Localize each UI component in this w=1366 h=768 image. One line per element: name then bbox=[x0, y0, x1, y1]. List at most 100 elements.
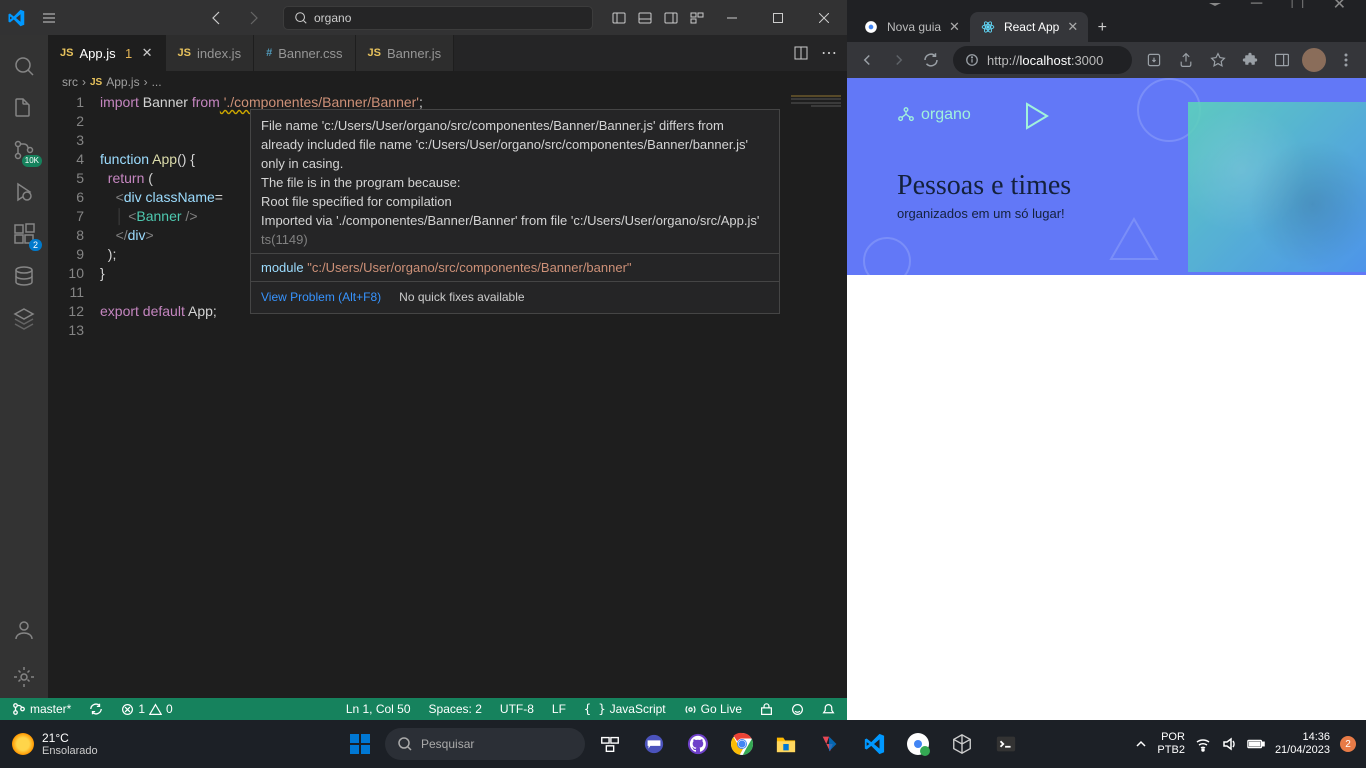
view-problem-link[interactable]: View Problem (Alt+F8) bbox=[261, 288, 381, 307]
taskbar-search[interactable]: Pesquisar bbox=[385, 728, 585, 760]
run-debug-icon[interactable] bbox=[0, 171, 48, 213]
forward-icon[interactable] bbox=[885, 46, 913, 74]
notification-badge[interactable]: 2 bbox=[1340, 736, 1356, 752]
branch-indicator[interactable]: master* bbox=[8, 702, 75, 716]
install-app-icon[interactable] bbox=[1140, 46, 1168, 74]
cursor-position[interactable]: Ln 1, Col 50 bbox=[342, 702, 415, 716]
split-editor-icon[interactable] bbox=[793, 45, 809, 61]
hover-msg: File name 'c:/Users/User/organo/src/comp… bbox=[261, 116, 769, 173]
feedback-icon[interactable] bbox=[787, 702, 808, 716]
window-controls bbox=[709, 0, 847, 35]
banner-headline: Pessoas e times bbox=[897, 170, 1071, 202]
wifi-icon[interactable] bbox=[1195, 736, 1211, 752]
decorative-circle bbox=[863, 237, 911, 275]
new-tab-button[interactable]: + bbox=[1088, 14, 1116, 42]
source-control-icon[interactable]: 10K bbox=[0, 129, 48, 171]
weather-temp: 21°C bbox=[42, 731, 98, 745]
notifications-icon[interactable] bbox=[818, 702, 839, 716]
language-indicator[interactable]: { } JavaScript bbox=[580, 702, 670, 716]
extensions-puzzle-icon[interactable] bbox=[1236, 46, 1264, 74]
database-icon[interactable] bbox=[0, 255, 48, 297]
chat-icon[interactable] bbox=[635, 725, 673, 763]
command-center[interactable]: organo bbox=[283, 6, 593, 30]
prettier-icon[interactable] bbox=[756, 702, 777, 716]
tab-app-js[interactable]: JS App.js 1 ✕ bbox=[48, 35, 166, 71]
code-editor[interactable]: 12345678910111213 import Banner from './… bbox=[48, 93, 847, 698]
explorer-icon[interactable] bbox=[0, 87, 48, 129]
tab-banner-js[interactable]: JS Banner.js bbox=[356, 35, 455, 71]
hover-msg: Root file specified for compilation bbox=[261, 192, 769, 211]
encoding-indicator[interactable]: UTF-8 bbox=[496, 702, 538, 716]
settings-gear-icon[interactable] bbox=[0, 656, 48, 698]
chrome-active-icon[interactable] bbox=[899, 725, 937, 763]
chevron-down-icon[interactable] bbox=[1209, 3, 1221, 6]
terminal-icon[interactable] bbox=[987, 725, 1025, 763]
hover-module-path: "c:/Users/User/organo/src/componentes/Ba… bbox=[307, 260, 631, 275]
tab-index-js[interactable]: JS index.js bbox=[166, 35, 255, 71]
clock[interactable]: 14:3621/04/2023 bbox=[1275, 731, 1330, 757]
tab-label: Banner.js bbox=[387, 46, 441, 61]
chrome-icon[interactable] bbox=[723, 725, 761, 763]
extensions-icon[interactable]: 2 bbox=[0, 213, 48, 255]
weather-widget[interactable]: 21°C Ensolarado bbox=[0, 731, 110, 757]
system-tray: PORPTB2 14:3621/04/2023 2 bbox=[1125, 731, 1366, 757]
maximize-icon[interactable] bbox=[755, 0, 801, 35]
chrome-menu-icon[interactable] bbox=[1332, 46, 1360, 74]
battery-icon[interactable] bbox=[1247, 738, 1265, 750]
accounts-icon[interactable] bbox=[0, 614, 48, 656]
search-icon bbox=[294, 11, 308, 25]
bookmark-star-icon[interactable] bbox=[1204, 46, 1232, 74]
sync-indicator[interactable] bbox=[85, 702, 107, 716]
tab-banner-css[interactable]: # Banner.css bbox=[254, 35, 355, 71]
volume-icon[interactable] bbox=[1221, 736, 1237, 752]
tab-close-icon[interactable]: ✕ bbox=[949, 19, 960, 35]
github-icon[interactable] bbox=[679, 725, 717, 763]
vscode-taskbar-icon[interactable] bbox=[855, 725, 893, 763]
vscode-window: organo 10K 2 bbox=[0, 0, 847, 720]
omnibox[interactable]: http://localhost:3000 bbox=[953, 46, 1132, 74]
js-file-icon: JS bbox=[368, 47, 381, 59]
explorer-folder-icon[interactable] bbox=[767, 725, 805, 763]
breadcrumb[interactable]: src › JS App.js › ... bbox=[48, 71, 847, 93]
indent-indicator[interactable]: Spaces: 2 bbox=[425, 702, 486, 716]
breadcrumb-item: src bbox=[62, 75, 78, 89]
layout-panel-right-icon[interactable] bbox=[659, 6, 683, 30]
nav-arrows bbox=[205, 6, 265, 30]
go-live-button[interactable]: Go Live bbox=[680, 702, 746, 716]
close-icon[interactable] bbox=[801, 0, 847, 35]
layout-panel-left-icon[interactable] bbox=[607, 6, 631, 30]
nav-back-icon[interactable] bbox=[205, 6, 229, 30]
hamburger-icon[interactable] bbox=[33, 10, 66, 26]
nav-forward-icon[interactable] bbox=[241, 6, 265, 30]
back-icon[interactable] bbox=[853, 46, 881, 74]
tab-close-icon[interactable]: ✕ bbox=[142, 45, 153, 61]
power-automate-icon[interactable] bbox=[811, 725, 849, 763]
start-button[interactable] bbox=[341, 725, 379, 763]
layers-icon[interactable] bbox=[0, 297, 48, 339]
status-bar: master* 1 0 Ln 1, Col 50 Spaces: 2 UTF-8… bbox=[0, 698, 847, 720]
profile-avatar[interactable] bbox=[1300, 46, 1328, 74]
search-icon bbox=[397, 736, 413, 752]
tab-close-icon[interactable]: ✕ bbox=[1067, 19, 1078, 35]
search-view-icon[interactable] bbox=[0, 45, 48, 87]
js-file-icon: JS bbox=[60, 47, 73, 59]
more-icon[interactable]: ⋯ bbox=[821, 43, 837, 63]
language-indicator[interactable]: PORPTB2 bbox=[1157, 731, 1185, 757]
line-gutter: 12345678910111213 bbox=[48, 93, 100, 698]
reload-icon[interactable] bbox=[917, 46, 945, 74]
problems-indicator[interactable]: 1 0 bbox=[117, 702, 176, 716]
layout-panel-bottom-icon[interactable] bbox=[633, 6, 657, 30]
eol-indicator[interactable]: LF bbox=[548, 702, 570, 716]
layout-customize-icon[interactable] bbox=[685, 6, 709, 30]
chrome-tab-react-app[interactable]: React App ✕ bbox=[970, 12, 1088, 42]
tray-chevron-icon[interactable] bbox=[1135, 738, 1147, 750]
virtualbox-icon[interactable] bbox=[943, 725, 981, 763]
tab-label: Banner.css bbox=[278, 46, 342, 61]
minimize-icon[interactable] bbox=[709, 0, 755, 35]
side-panel-icon[interactable] bbox=[1268, 46, 1296, 74]
vscode-logo-icon bbox=[0, 9, 33, 27]
task-view-icon[interactable] bbox=[591, 725, 629, 763]
share-icon[interactable] bbox=[1172, 46, 1200, 74]
banner-photo bbox=[1188, 102, 1366, 272]
chrome-tab-nova-guia[interactable]: Nova guia ✕ bbox=[853, 12, 970, 42]
